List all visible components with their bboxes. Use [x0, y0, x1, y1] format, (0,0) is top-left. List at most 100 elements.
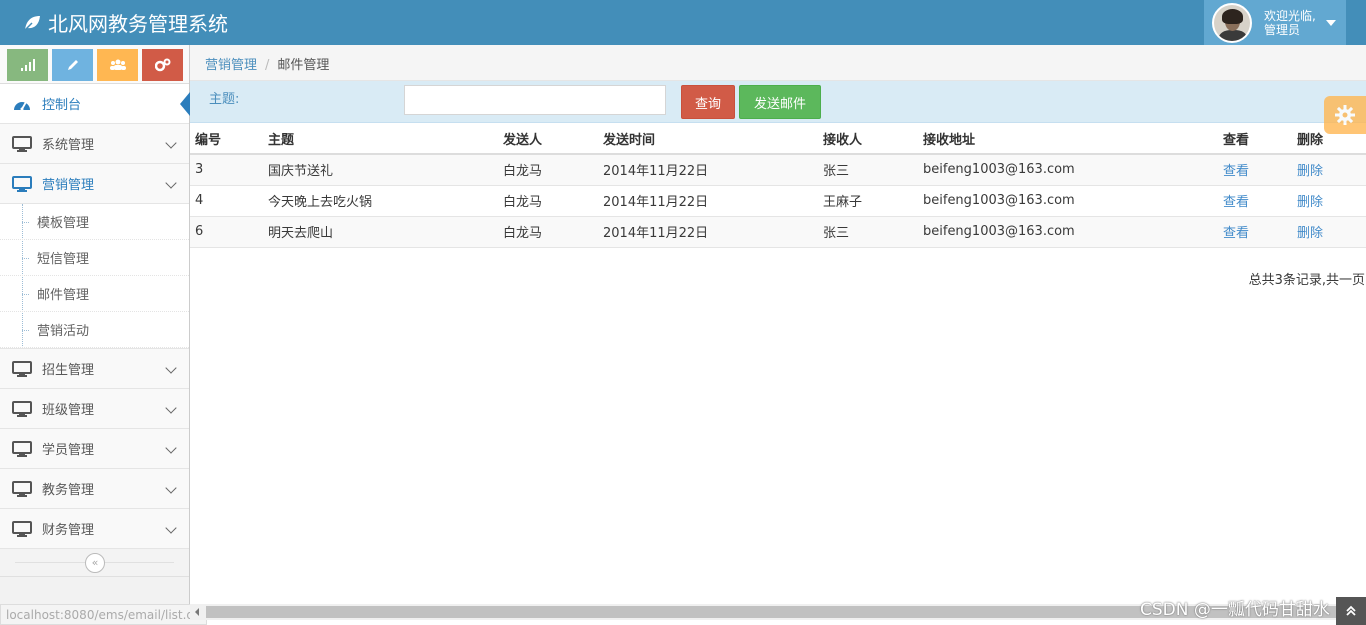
pencil-shortcut-button[interactable]	[52, 49, 93, 81]
subject-label: 主题:	[209, 92, 240, 107]
chevron-down-icon	[165, 522, 177, 534]
brand[interactable]: 北风网教务管理系统	[22, 8, 228, 37]
table-row: 3 国庆节送礼 白龙马 2014年11月22日 张三 beifeng1003@1…	[190, 154, 1366, 186]
cell-address: beifeng1003@163.com	[918, 154, 1218, 186]
query-button[interactable]: 查询	[681, 85, 735, 119]
breadcrumb-separator: /	[265, 58, 270, 73]
sidebar-subitem-sms[interactable]: 短信管理	[0, 240, 189, 276]
cell-receiver: 张三	[818, 154, 918, 186]
table-row: 6 明天去爬山 白龙马 2014年11月22日 张三 beifeng1003@1…	[190, 216, 1366, 248]
view-link[interactable]: 查看	[1218, 185, 1292, 217]
chevron-down-icon	[165, 137, 177, 149]
status-url: localhost:8080/ems/email/list.do	[0, 604, 208, 625]
chevron-down-icon	[165, 402, 177, 414]
signal-shortcut-button[interactable]	[7, 49, 48, 81]
breadcrumb: 营销管理 / 邮件管理	[190, 45, 1366, 81]
delete-link[interactable]: 删除	[1292, 216, 1366, 248]
delete-link[interactable]: 删除	[1292, 185, 1366, 217]
shortcuts	[0, 45, 189, 84]
cell-id: 4	[190, 185, 263, 217]
cell-id: 6	[190, 216, 263, 248]
sidebar-item-class[interactable]: 班级管理	[0, 389, 189, 429]
desktop-icon	[12, 480, 32, 497]
group-shortcut-button[interactable]	[97, 49, 138, 81]
cell-sender: 白龙马	[498, 154, 598, 186]
marketing-submenu: 模板管理 短信管理 邮件管理 营销活动	[0, 204, 189, 349]
cell-address: beifeng1003@163.com	[918, 185, 1218, 217]
sidebar-item-label: 财务管理	[42, 523, 95, 538]
column-header: 发送时间	[598, 123, 818, 155]
sidebar-item-dashboard[interactable]: 控制台	[0, 84, 190, 124]
desktop-icon	[12, 520, 32, 537]
cell-address: beifeng1003@163.com	[918, 216, 1218, 248]
sidebar-item-system[interactable]: 系统管理	[0, 124, 189, 164]
subject-input[interactable]	[404, 85, 666, 115]
watermark: CSDN @一瓢代码甘甜水	[1140, 600, 1330, 620]
breadcrumb-current: 邮件管理	[277, 58, 330, 73]
sidebar-subitem-email[interactable]: 邮件管理	[0, 276, 189, 312]
view-link[interactable]: 查看	[1218, 154, 1292, 186]
group-icon	[109, 59, 126, 70]
cell-sender: 白龙马	[498, 185, 598, 217]
cell-time: 2014年11月22日	[598, 185, 818, 217]
cell-subject: 明天去爬山	[263, 216, 498, 248]
column-header: 主题	[263, 123, 498, 155]
sidebar-item-label: 教务管理	[42, 483, 95, 498]
welcome-text: 欢迎光临,	[1264, 8, 1316, 23]
sidebar-item-label: 班级管理	[42, 403, 95, 418]
sidebar-collapse-bar: «	[0, 549, 189, 577]
user-role: 管理员	[1264, 22, 1301, 37]
cell-time: 2014年11月22日	[598, 154, 818, 186]
delete-link[interactable]: 删除	[1292, 154, 1366, 186]
cell-subject: 国庆节送礼	[263, 154, 498, 186]
column-header: 删除	[1292, 123, 1366, 155]
view-link[interactable]: 查看	[1218, 216, 1292, 248]
cell-sender: 白龙马	[498, 216, 598, 248]
sidebar-item-finance[interactable]: 财务管理	[0, 509, 189, 549]
top-navbar: 北风网教务管理系统 欢迎光临, 管理员	[0, 0, 1366, 45]
cell-receiver: 王麻子	[818, 185, 918, 217]
column-header: 查看	[1218, 123, 1292, 155]
sidebar-item-label: 学员管理	[42, 443, 95, 458]
cell-subject: 今天晚上去吃火锅	[263, 185, 498, 217]
cell-receiver: 张三	[818, 216, 918, 248]
back-to-top-button[interactable]	[1336, 597, 1366, 625]
sidebar-item-student[interactable]: 学员管理	[0, 429, 189, 469]
sidebar-subitem-template[interactable]: 模板管理	[0, 204, 189, 240]
sidebar-subitem-campaign[interactable]: 营销活动	[0, 312, 189, 348]
user-menu[interactable]: 欢迎光临, 管理员	[1204, 0, 1346, 45]
column-header: 接收地址	[918, 123, 1218, 155]
pagination-info: 总共3条记录,共一页	[1248, 273, 1365, 288]
chevron-down-icon	[165, 482, 177, 494]
double-chevron-left-icon[interactable]: «	[85, 553, 105, 573]
avatar	[1212, 2, 1252, 43]
sidebar: 控制台 系统管理 营销管理 模板管理 短信管理 邮件管理 营销活动 招生管理 班…	[0, 45, 190, 625]
desktop-icon	[12, 175, 32, 192]
desktop-icon	[12, 400, 32, 417]
desktop-icon	[12, 135, 32, 152]
sidebar-item-label: 控制台	[42, 98, 82, 113]
desktop-icon	[12, 360, 32, 377]
chevron-down-icon	[165, 362, 177, 374]
double-chevron-up-icon	[1346, 605, 1356, 616]
sidebar-item-label: 系统管理	[42, 138, 95, 153]
sidebar-item-academic[interactable]: 教务管理	[0, 469, 189, 509]
search-bar: 主题: 查询 发送邮件	[190, 81, 1366, 123]
cogs-icon	[154, 58, 170, 72]
desktop-icon	[12, 440, 32, 457]
table-header-row: 编号 主题 发送人 发送时间 接收人 接收地址 查看 删除	[190, 123, 1366, 155]
sidebar-item-enrollment[interactable]: 招生管理	[0, 349, 189, 389]
sidebar-item-marketing[interactable]: 营销管理	[0, 164, 189, 204]
scroll-left-icon[interactable]	[195, 608, 199, 616]
send-email-button[interactable]: 发送邮件	[739, 85, 821, 119]
breadcrumb-parent-link[interactable]: 营销管理	[205, 58, 257, 73]
leaf-icon	[23, 15, 40, 32]
chevron-down-icon	[165, 442, 177, 454]
column-header: 接收人	[818, 123, 918, 155]
email-table: 编号 主题 发送人 发送时间 接收人 接收地址 查看 删除 3 国庆节送礼 白龙…	[190, 123, 1366, 248]
cogs-shortcut-button[interactable]	[142, 49, 183, 81]
chevron-down-icon	[165, 177, 177, 189]
table-row: 4 今天晚上去吃火锅 白龙马 2014年11月22日 王麻子 beifeng10…	[190, 185, 1366, 217]
cell-time: 2014年11月22日	[598, 216, 818, 248]
app-title: 北风网教务管理系统	[48, 12, 228, 36]
